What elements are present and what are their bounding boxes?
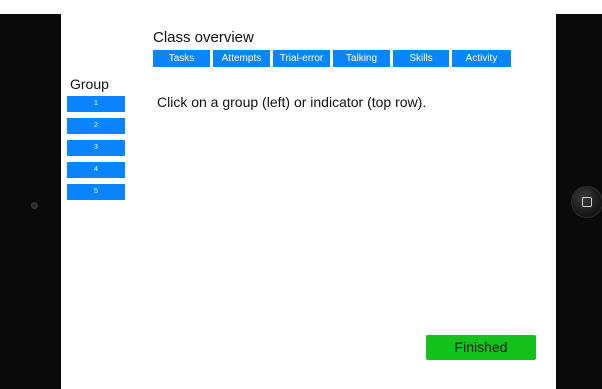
instruction-text: Click on a group (left) or indicator (to… bbox=[157, 94, 427, 110]
group-heading: Group bbox=[70, 76, 109, 92]
tab-skills[interactable]: Skills bbox=[393, 50, 449, 67]
home-button-icon bbox=[582, 197, 592, 207]
tab-talking[interactable]: Talking bbox=[333, 50, 390, 67]
group-button-5[interactable]: 5 bbox=[67, 184, 125, 200]
group-list: 1 2 3 4 5 bbox=[67, 96, 125, 200]
tab-attempts[interactable]: Attempts bbox=[213, 50, 270, 67]
indicator-tab-bar: Tasks Attempts Trial-error Talking Skill… bbox=[153, 50, 511, 67]
tab-activity[interactable]: Activity bbox=[452, 50, 511, 67]
home-button[interactable] bbox=[571, 186, 602, 218]
camera-icon bbox=[31, 202, 38, 209]
group-button-3[interactable]: 3 bbox=[67, 140, 125, 156]
app-screen: Class overview Tasks Attempts Trial-erro… bbox=[61, 14, 556, 389]
tablet-device: Class overview Tasks Attempts Trial-erro… bbox=[0, 0, 602, 389]
group-button-2[interactable]: 2 bbox=[67, 118, 125, 134]
group-button-4[interactable]: 4 bbox=[67, 162, 125, 178]
tab-tasks[interactable]: Tasks bbox=[153, 50, 210, 67]
finished-button[interactable]: Finished bbox=[426, 335, 536, 360]
top-margin bbox=[0, 0, 602, 14]
page-title: Class overview bbox=[153, 29, 254, 46]
tab-trial-error[interactable]: Trial-error bbox=[273, 50, 330, 67]
group-button-1[interactable]: 1 bbox=[67, 96, 125, 112]
